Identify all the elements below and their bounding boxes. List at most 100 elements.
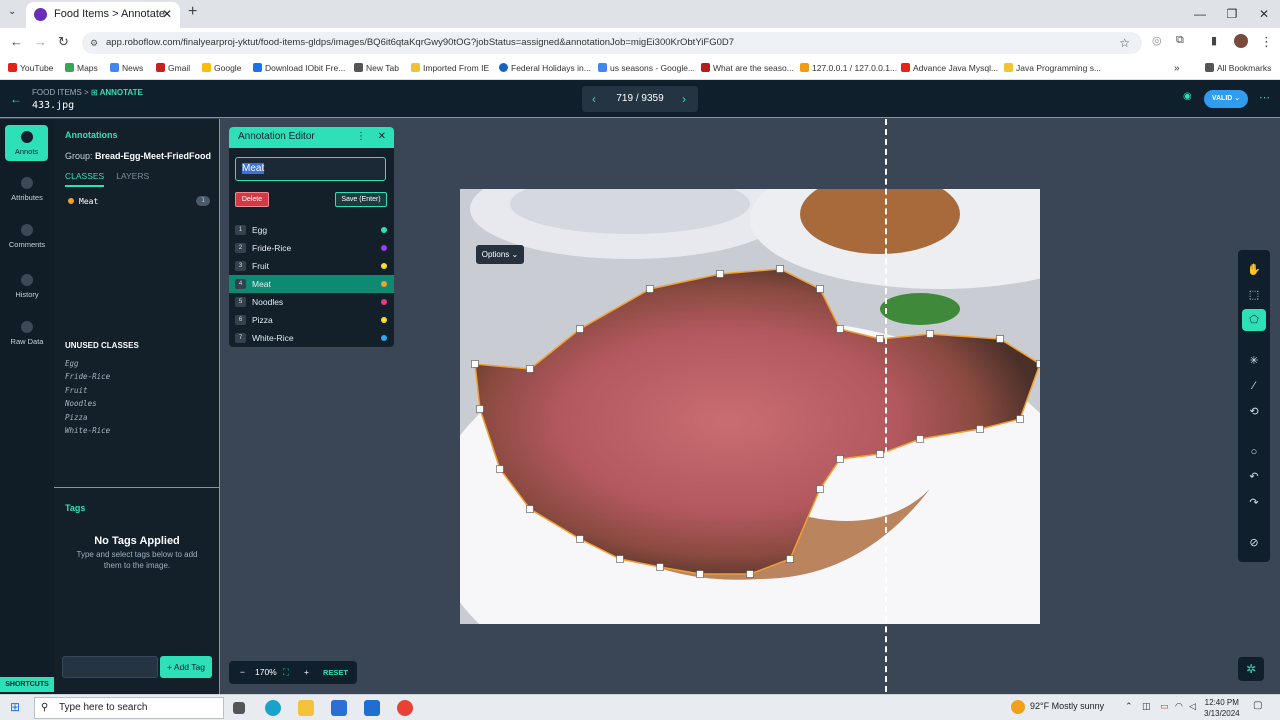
prev-image-icon[interactable]: ‹	[592, 86, 596, 112]
polygon-vertex-handle[interactable]	[746, 570, 754, 578]
extensions-puzzle-icon[interactable]: ⧉	[1176, 34, 1184, 47]
profile-avatar[interactable]	[1234, 34, 1248, 48]
bookmark-federal-holidays[interactable]: Federal Holidays in...	[499, 63, 591, 73]
polygon-vertex-handle[interactable]	[646, 285, 654, 293]
polygon-vertex-handle[interactable]	[976, 425, 984, 433]
bookmarks-overflow-icon[interactable]: »	[1174, 63, 1180, 74]
polygon-vertex-handle[interactable]	[476, 405, 484, 413]
next-image-icon[interactable]: ›	[682, 86, 686, 112]
battery-icon[interactable]: ▭	[1160, 701, 1169, 712]
list-item[interactable]: White-Rice	[65, 426, 110, 439]
polygon-vertex-handle[interactable]	[576, 325, 584, 333]
options-button[interactable]: Options ⌄	[476, 245, 524, 264]
polygon-vertex-handle[interactable]	[576, 535, 584, 543]
clock[interactable]: 12:40 PM 3/13/2024	[1204, 697, 1240, 719]
network-icon[interactable]: ◫	[1142, 701, 1151, 712]
list-item[interactable]: Fride-Rice	[65, 372, 110, 385]
polygon-vertex-handle[interactable]	[616, 555, 624, 563]
class-option-fruit[interactable]: 3 Fruit	[229, 257, 394, 275]
bookmark-youtube[interactable]: YouTube	[8, 63, 53, 73]
editor-menu-icon[interactable]: ⋮	[356, 127, 366, 147]
polygon-vertex-handle[interactable]	[786, 555, 794, 563]
windows-start-icon[interactable]: ⊞	[10, 700, 20, 714]
site-info-icon[interactable]: ⚙	[90, 32, 98, 54]
bookmark-news[interactable]: News	[110, 63, 143, 73]
save-button[interactable]: Save (Enter)	[335, 192, 387, 207]
comment-icon[interactable]: ○	[1247, 445, 1261, 459]
bookmark-star-icon[interactable]: ☆	[1119, 32, 1130, 54]
rail-raw-data[interactable]: Raw Data	[0, 321, 54, 346]
polygon-vertex-handle[interactable]	[876, 335, 884, 343]
bookmark-us-seasons[interactable]: us seasons - Google...	[598, 63, 695, 73]
bounding-box-icon[interactable]: ⬚	[1247, 288, 1261, 302]
taskbar-search[interactable]: ⚲ Type here to search	[34, 697, 224, 719]
list-item[interactable]: Pizza	[65, 413, 110, 426]
side-panel-icon[interactable]: ▮	[1211, 34, 1217, 47]
delete-button[interactable]: Delete	[235, 192, 269, 207]
window-close-icon[interactable]: ✕	[1248, 0, 1280, 28]
polygon-vertex-handle[interactable]	[836, 455, 844, 463]
back-arrow-icon[interactable]: ←	[10, 34, 23, 49]
class-option-white-rice[interactable]: 7 White-Rice	[229, 329, 394, 347]
hide-icon[interactable]: ⊘	[1247, 536, 1261, 550]
polygon-vertex-handle[interactable]	[926, 330, 934, 338]
forward-arrow-icon[interactable]: →	[34, 34, 47, 49]
bookmark-maps[interactable]: Maps	[65, 63, 98, 73]
rail-history[interactable]: History	[0, 274, 54, 299]
hide-annotations-icon[interactable]: ◉	[1183, 91, 1192, 102]
rail-attributes[interactable]: Attributes	[0, 177, 54, 202]
zoom-in-icon[interactable]: +	[304, 661, 309, 684]
bookmark-localhost[interactable]: 127.0.0.1 / 127.0.0.1...	[800, 63, 897, 73]
drag-hand-icon[interactable]: ✋	[1247, 263, 1261, 277]
mail-icon[interactable]	[364, 700, 380, 716]
new-tab-plus-icon[interactable]: +	[188, 3, 197, 21]
polygon-vertex-handle[interactable]	[1036, 360, 1041, 368]
polygon-vertex-handle[interactable]	[1016, 415, 1024, 423]
wifi-icon[interactable]: ◠	[1175, 701, 1183, 712]
editor-close-icon[interactable]: ✕	[378, 127, 386, 147]
tray-chevron-icon[interactable]: ⌃	[1125, 701, 1133, 712]
undo-icon[interactable]: ↶	[1247, 470, 1261, 484]
notifications-icon[interactable]: ▢	[1253, 700, 1262, 711]
tab-classes[interactable]: CLASSES	[65, 171, 105, 187]
reset-zoom-button[interactable]: RESET	[323, 661, 348, 684]
polygon-vertex-handle[interactable]	[816, 285, 824, 293]
polygon-vertex-handle[interactable]	[696, 570, 704, 578]
volume-icon[interactable]: ◁	[1189, 701, 1196, 712]
status-badge[interactable]: VALID ⌄	[1204, 90, 1248, 108]
polygon-vertex-handle[interactable]	[996, 335, 1004, 343]
polygon-vertex-handle[interactable]	[816, 485, 824, 493]
weather-text[interactable]: 92°F Mostly sunny	[1030, 701, 1104, 711]
restore-icon[interactable]: ❐	[1216, 0, 1248, 28]
polygon-tool-icon[interactable]: ⬠	[1242, 309, 1266, 331]
class-option-egg[interactable]: 1 Egg	[229, 221, 394, 239]
tab-close-icon[interactable]: ✕	[162, 2, 172, 26]
redo-icon[interactable]: ↷	[1247, 496, 1261, 510]
class-name-input[interactable]: Meat	[235, 157, 386, 181]
all-bookmarks[interactable]: All Bookmarks	[1205, 63, 1271, 73]
more-options-icon[interactable]: ⋯	[1259, 91, 1270, 104]
tab-search-chevron-icon[interactable]: ⌄	[8, 6, 16, 17]
list-item[interactable]: Egg	[65, 359, 110, 372]
fit-to-screen-icon[interactable]: ⛶	[283, 661, 289, 684]
browser-tab[interactable]: Food Items > Annotate ✕	[26, 2, 180, 28]
food-image[interactable]	[460, 189, 1040, 624]
bookmark-imported-ie[interactable]: Imported From IE	[411, 63, 489, 73]
smart-polygon-icon[interactable]: ✳	[1247, 354, 1261, 368]
polygon-vertex-handle[interactable]	[836, 325, 844, 333]
file-explorer-icon[interactable]	[298, 700, 314, 716]
repeat-icon[interactable]: ⟲	[1247, 405, 1261, 419]
bookmark-gmail[interactable]: Gmail	[156, 63, 190, 73]
extension-icon[interactable]: ◎	[1152, 34, 1162, 47]
bookmark-iobit[interactable]: Download IObit Fre...	[253, 63, 345, 73]
bookmark-java-programming[interactable]: Java Programming s...	[1004, 63, 1101, 73]
store-icon[interactable]	[331, 700, 347, 716]
bookmark-new-tab[interactable]: New Tab	[354, 63, 399, 73]
polygon-vertex-handle[interactable]	[656, 563, 664, 571]
list-item[interactable]: Noodles	[65, 399, 110, 412]
bookmark-google[interactable]: Google	[202, 63, 241, 73]
back-arrow-icon[interactable]: ←	[10, 92, 22, 106]
add-tag-button[interactable]: + Add Tag	[160, 656, 212, 678]
reload-icon[interactable]: ↻	[58, 34, 69, 50]
shortcuts-button[interactable]: SHORTCUTS	[0, 677, 54, 692]
